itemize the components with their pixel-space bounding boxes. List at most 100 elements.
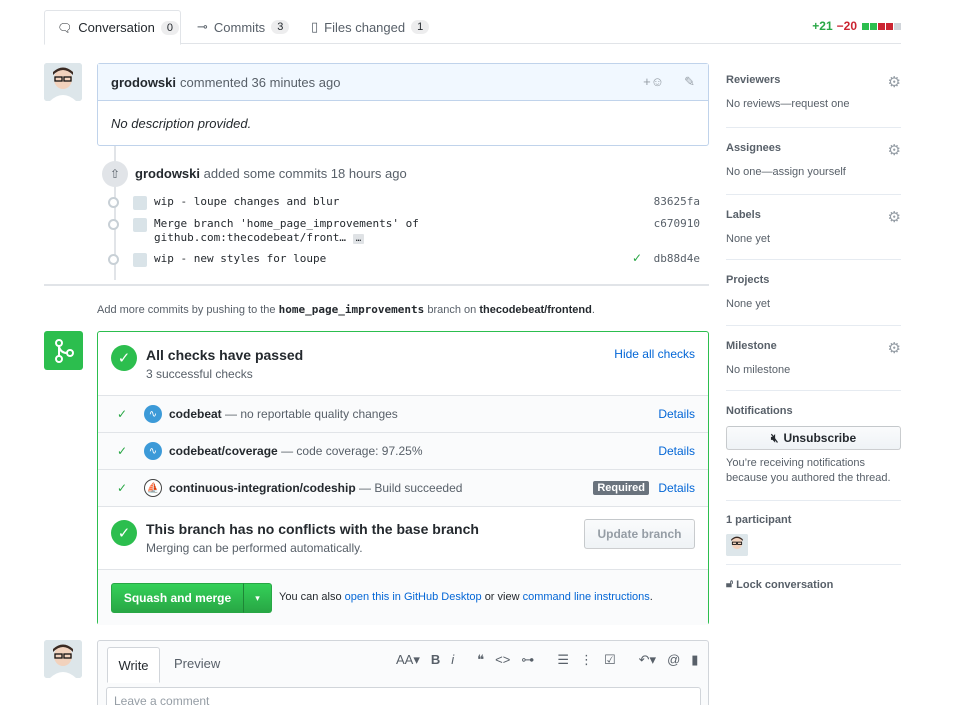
avatar[interactable] — [44, 63, 82, 101]
gear-icon[interactable]: ⚙ — [888, 339, 901, 357]
repo-push-icon: ⇧ — [102, 161, 128, 187]
sidebar-heading: Labels — [726, 209, 761, 221]
markdown-toolbar: AA▾ B i ❝ <> ⊶ ☰ ⋮ ☑ ↶▾ @ ▮ — [396, 652, 698, 668]
commit-sha[interactable]: 83625fa — [654, 195, 700, 208]
sidebar-milestone[interactable]: Milestone No milestone ⚙ — [726, 326, 901, 391]
comment-placeholder: Leave a comment — [114, 694, 210, 705]
merge-alternatives: You can also open this in GitHub Desktop… — [279, 591, 653, 603]
check-details-link[interactable]: Details — [658, 407, 695, 421]
sidebar-assignees[interactable]: Assignees No one—assign yourself ⚙ — [726, 128, 901, 195]
bullet-list-icon[interactable]: ☰ — [557, 652, 569, 668]
mention-icon[interactable]: @ — [667, 652, 680, 668]
sidebar-participants: 1 participant — [726, 501, 901, 565]
commits-event-author[interactable]: grodowski — [135, 166, 200, 181]
sidebar-value: No milestone — [726, 364, 791, 376]
tab-preview[interactable]: Preview — [174, 656, 220, 671]
commits-event-time: added some commits 18 hours ago — [203, 166, 407, 181]
git-merge-icon — [44, 331, 83, 370]
pr-tabs: 🗨 Conversation 0 ⊸ Commits 3 ▯ Files cha… — [44, 10, 901, 45]
commit-bullet-icon — [108, 219, 119, 230]
status-check-icon[interactable]: ✓ — [632, 251, 642, 265]
task-list-icon[interactable]: ☑ — [604, 652, 616, 668]
commit-author-avatar[interactable] — [133, 196, 147, 210]
conflicts-title: This branch has no conflicts with the ba… — [146, 521, 479, 537]
conflicts-subtitle: Merging can be performed automatically. — [146, 541, 363, 555]
text-size-icon[interactable]: AA▾ — [396, 652, 420, 668]
check-details-link[interactable]: Details — [658, 444, 695, 458]
link-icon[interactable]: ⊶ — [521, 652, 534, 668]
sidebar-heading: Reviewers — [726, 74, 781, 86]
numbered-list-icon[interactable]: ⋮ — [580, 652, 593, 668]
check-success-icon: ✓ — [117, 444, 128, 458]
open-in-desktop-link[interactable]: open this in GitHub Desktop — [345, 591, 482, 603]
tab-commits[interactable]: ⊸ Commits 3 — [185, 10, 301, 44]
expand-commit-ellipsis[interactable]: … — [352, 234, 365, 244]
avatar[interactable] — [44, 640, 82, 678]
check-row: ✓ ∿ codebeat/coverage — code coverage: 9… — [98, 432, 708, 469]
unsubscribe-button[interactable]: 🔇︎ Unsubscribe — [726, 426, 901, 450]
update-branch-button[interactable]: Update branch — [584, 519, 695, 549]
timeline-divider — [44, 284, 709, 286]
check-row: ✓ ∿ codebeat — no reportable quality cha… — [98, 395, 708, 432]
gear-icon[interactable]: ⚙ — [888, 141, 901, 159]
edit-pencil-icon[interactable]: ✎ — [684, 74, 695, 90]
commit-message[interactable]: wip - new styles for loupe — [154, 252, 326, 267]
conflicts-section: ✓ This branch has no conflicts with the … — [98, 506, 708, 569]
sidebar-reviewers[interactable]: Reviewers No reviews—request one ⚙ — [726, 63, 901, 128]
commit-item: wip - loupe changes and blur 83625fa — [108, 195, 708, 210]
comment-timestamp[interactable]: commented 36 minutes ago — [180, 75, 340, 90]
bookmark-icon[interactable]: ▮ — [691, 652, 698, 668]
sidebar-heading: Milestone — [726, 340, 777, 352]
codebeat-logo-icon: ∿ — [144, 442, 162, 460]
comment-textarea[interactable]: Leave a comment — [106, 687, 701, 705]
sidebar-labels[interactable]: Labels None yet ⚙ — [726, 195, 901, 260]
commit-message: Merge branch 'home_page_improvements' of — [154, 217, 419, 230]
file-diff-icon: ▯ — [311, 19, 319, 34]
check-details-link[interactable]: Details — [658, 481, 695, 495]
check-success-icon: ✓ — [117, 481, 128, 495]
commit-item: Merge branch 'home_page_improvements' of… — [108, 217, 708, 247]
commit-author-avatar[interactable] — [133, 253, 147, 267]
codeship-logo-icon: ⛵ — [144, 479, 162, 497]
gear-icon[interactable]: ⚙ — [888, 208, 901, 226]
commit-sha[interactable]: c670910 — [654, 217, 700, 230]
code-icon[interactable]: <> — [495, 652, 510, 668]
tab-label: Files changed — [324, 19, 406, 35]
quote-icon[interactable]: ❝ — [477, 652, 484, 668]
check-description: — Build succeeded — [359, 481, 463, 495]
hide-all-checks-link[interactable]: Hide all checks — [614, 347, 695, 361]
italic-icon[interactable]: i — [451, 652, 454, 668]
comment-author[interactable]: grodowski — [111, 75, 176, 90]
bold-icon[interactable]: B — [431, 652, 440, 668]
sidebar-value[interactable]: No reviews—request one — [726, 98, 901, 110]
deletions-count: −20 — [836, 19, 857, 33]
tab-files-changed[interactable]: ▯ Files changed 1 — [299, 10, 441, 44]
notification-reason: You’re receiving notifications because y… — [726, 457, 891, 484]
commit-author-avatar[interactable] — [133, 218, 147, 232]
commit-message[interactable]: wip - loupe changes and blur — [154, 195, 339, 210]
check-name: continuous-integration/codeship — [169, 481, 356, 495]
tab-write[interactable]: Write — [107, 647, 160, 683]
squash-and-merge-button[interactable]: Squash and merge — [111, 583, 244, 613]
lock-conversation-link[interactable]: 🔓︎ Lock conversation — [726, 565, 901, 591]
reply-icon[interactable]: ↶▾ — [639, 652, 656, 668]
sidebar-heading: Assignees — [726, 142, 782, 154]
commit-message-block[interactable]: Merge branch 'home_page_improvements' of… — [154, 217, 419, 247]
commit-sha[interactable]: db88d4e — [654, 252, 700, 265]
command-line-instructions-link[interactable]: command line instructions — [523, 591, 650, 603]
merge-method-dropdown[interactable]: ▾ — [243, 583, 272, 613]
commit-icon: ⊸ — [197, 19, 208, 34]
gear-icon[interactable]: ⚙ — [888, 73, 901, 91]
sidebar-value: None yet — [726, 233, 771, 245]
sidebar-notifications: Notifications 🔇︎ Unsubscribe You’re rece… — [726, 391, 901, 501]
commits-event-header: grodowski added some commits 18 hours ag… — [135, 166, 407, 181]
tab-counter: 3 — [271, 20, 290, 34]
sidebar-heading: 1 participant — [726, 514, 792, 526]
add-reaction-icon[interactable]: +☺ — [643, 74, 664, 89]
tab-counter: 0 — [160, 20, 179, 35]
tab-conversation[interactable]: 🗨 Conversation 0 — [44, 10, 181, 45]
checks-status-title: All checks have passed — [146, 347, 304, 363]
sidebar-projects[interactable]: Projects None yet — [726, 260, 901, 326]
sidebar-value[interactable]: No one—assign yourself — [726, 166, 901, 178]
participant-avatar[interactable] — [726, 534, 748, 556]
